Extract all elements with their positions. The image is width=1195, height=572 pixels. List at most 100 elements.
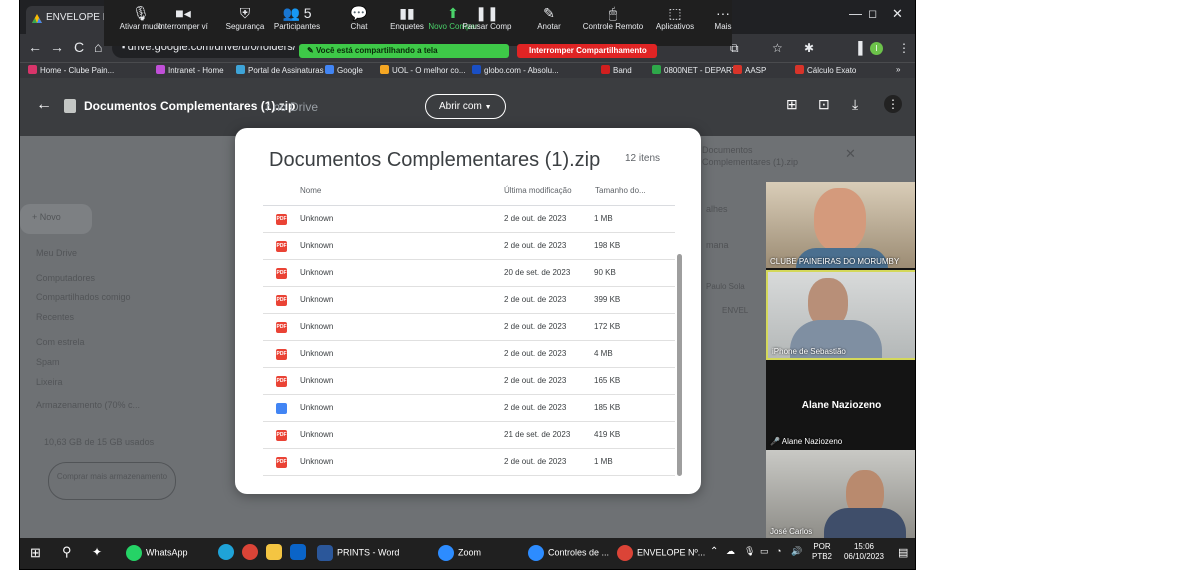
file-row[interactable]: PDF Unknown 20 de set. de 2023 90 KB — [263, 260, 675, 287]
file-row[interactable]: PDF Unknown 2 de out. de 2023 4 MB — [263, 341, 675, 368]
details-line: mana — [706, 240, 729, 250]
sidebar-item[interactable]: Recentes — [36, 312, 74, 322]
video-tile[interactable]: José Carlos — [766, 450, 915, 538]
video-tile-active[interactable]: iPhone de Sebastião — [766, 270, 915, 360]
wifi-icon[interactable]: ◔ — [776, 546, 781, 556]
bookmark-item[interactable]: Cálculo Exato — [795, 65, 856, 75]
taskbar-app[interactable]: Zoom — [438, 545, 481, 561]
video-tile-off[interactable]: Alane Naziozeno 🎤 Alane Naziozeno — [766, 364, 915, 448]
file-name: Unknown — [300, 349, 334, 358]
column-name[interactable]: Nome — [300, 186, 321, 195]
stop-sharing-button[interactable]: Interromper Compartilhamento — [517, 44, 657, 58]
column-size[interactable]: Tamanho do... — [595, 186, 646, 195]
video-tile[interactable]: CLUBE PAINEIRAS DO MORUMBY — [766, 182, 915, 268]
file-row[interactable]: PDF Unknown 2 de out. de 2023 1 MB — [263, 206, 675, 233]
window-maximize-button[interactable]: ◻ — [868, 7, 877, 20]
file-row[interactable]: PDF Unknown 2 de out. de 2023 165 KB — [263, 368, 675, 395]
language-indicator[interactable]: POR PTB2 — [812, 542, 832, 562]
pinned-app-icon[interactable]: ✦ — [92, 545, 102, 559]
buy-storage-button[interactable]: Comprar mais armazenamento — [48, 462, 176, 500]
drive-favicon-icon — [32, 14, 42, 23]
clock[interactable]: 15:06 06/10/2023 — [838, 542, 890, 562]
sharing-text: Você está compartilhando a tela — [315, 46, 438, 55]
taskbar-app[interactable]: Controles de ... — [528, 545, 609, 561]
bookmark-item[interactable]: AASP — [733, 65, 766, 75]
zoom-video-panel: CLUBE PAINEIRAS DO MORUMBY iPhone de Seb… — [766, 182, 915, 538]
download-icon[interactable]: ⤓ — [852, 96, 858, 113]
bookmark-item[interactable]: Home - Clube Pain... — [28, 65, 114, 75]
details-close-icon[interactable]: ✕ — [845, 146, 856, 162]
extensions-icon[interactable]: ✱ — [804, 41, 814, 55]
taskbar-app-label: ENVELOPE Nº... — [637, 547, 706, 558]
window-close-button[interactable]: ✕ — [892, 6, 903, 22]
file-row[interactable]: PDF Unknown 2 de out. de 2023 399 KB — [263, 287, 675, 314]
pause-button[interactable]: ❚❚ Pausar Comp — [456, 0, 518, 44]
sidebar-item[interactable]: Meu Drive — [36, 248, 77, 258]
reload-icon[interactable]: C — [74, 39, 84, 55]
bookmark-item[interactable]: 0800NET - DEPART... — [652, 65, 742, 75]
bookmark-item[interactable]: Portal de Assinaturas — [236, 65, 324, 75]
taskbar-app[interactable]: PRINTS - Word — [317, 545, 399, 561]
file-explorer-icon[interactable] — [266, 544, 286, 560]
stop-sharing-label: Interromper Compartilhamento — [529, 46, 647, 55]
zip-contents-dialog: Documentos Complementares (1).zip 12 ite… — [235, 128, 701, 494]
file-row[interactable]: PDF Unknown 21 de set. de 2023 419 KB — [263, 422, 675, 449]
bookmark-item[interactable]: globo.com - Absolu... — [472, 65, 559, 75]
annotate-button[interactable]: ✎ Anotar — [518, 0, 580, 44]
sidepanel-icon[interactable]: ▐ — [854, 41, 863, 55]
taskbar-app[interactable]: WhatsApp — [126, 545, 188, 561]
sidebar-item[interactable]: Computadores — [36, 273, 95, 283]
dialog-scrollbar[interactable] — [677, 254, 682, 476]
file-modified: 20 de set. de 2023 — [504, 268, 571, 277]
new-button[interactable]: + Novo — [20, 204, 92, 234]
tray-chevron-icon[interactable]: ⌃ — [710, 546, 718, 557]
remote-control-button[interactable]: 🖱 Controle Remoto — [582, 0, 644, 44]
tray-mic-icon[interactable]: 🎙 — [744, 546, 755, 557]
column-modified[interactable]: Última modificação — [504, 186, 572, 195]
sidebar-item[interactable]: Com estrela — [36, 337, 85, 347]
file-modified: 2 de out. de 2023 — [504, 349, 567, 358]
sidebar-item[interactable]: Spam — [36, 357, 60, 367]
sidebar-item[interactable]: Armazenamento (70% c... — [36, 400, 140, 410]
back-icon[interactable]: ← — [28, 39, 42, 55]
bookmark-item[interactable]: Google — [325, 65, 363, 75]
file-size: 419 KB — [594, 430, 621, 439]
participants-button[interactable]: 👥 5 Participantes — [266, 0, 328, 44]
sidebar-item[interactable]: Lixeira — [36, 377, 63, 387]
remote-control-icon: 🖱 — [608, 5, 618, 21]
edge-icon[interactable] — [218, 544, 238, 560]
bookmark-item[interactable]: UOL - O melhor co... — [380, 65, 466, 75]
open-with-button[interactable]: Abrir com ▼ — [425, 94, 506, 119]
forward-icon[interactable]: → — [50, 39, 64, 55]
battery-icon[interactable]: ▭ — [760, 546, 769, 557]
browser-menu-icon[interactable]: ⋮ — [898, 41, 910, 55]
volume-icon[interactable]: 🔊 — [791, 546, 802, 557]
bookmark-item[interactable]: Band — [601, 65, 632, 75]
bookmark-item[interactable]: Intranet - Home — [156, 65, 224, 75]
window-minimize-button[interactable]: — — [849, 6, 862, 21]
bookmark-star-icon[interactable]: ☆ — [772, 41, 783, 55]
home-icon[interactable]: ⌂ — [94, 39, 102, 55]
sidebar-item[interactable]: Compartilhados comigo — [36, 292, 131, 302]
search-icon[interactable]: ⚲ — [62, 544, 72, 560]
onedrive-icon[interactable]: ☁ — [726, 546, 735, 557]
video-button[interactable]: ■◂ Interromper ví — [152, 0, 214, 44]
open-new-window-icon[interactable]: ⊡ — [818, 96, 830, 113]
participant-name: iPhone de Sebastião — [772, 347, 846, 356]
chrome-pinned-icon[interactable] — [242, 544, 262, 560]
bookmarks-overflow-icon[interactable]: » — [896, 65, 900, 74]
outlook-icon[interactable] — [290, 544, 310, 560]
profile-avatar[interactable]: I — [870, 42, 883, 55]
more-button[interactable]: ··· Mais — [692, 0, 754, 44]
caret-down-icon: ▼ — [484, 104, 492, 111]
file-row[interactable]: PDF Unknown 2 de out. de 2023 1 MB — [263, 449, 675, 476]
more-actions-icon[interactable]: ⋮ — [884, 95, 902, 113]
notifications-icon[interactable]: ▤ — [898, 546, 908, 559]
add-to-drive-icon[interactable]: ⊞ — [786, 96, 798, 113]
file-row[interactable]: Unknown 2 de out. de 2023 185 KB — [263, 395, 675, 422]
file-row[interactable]: PDF Unknown 2 de out. de 2023 198 KB — [263, 233, 675, 260]
file-row[interactable]: PDF Unknown 2 de out. de 2023 172 KB — [263, 314, 675, 341]
taskbar-app[interactable]: ENVELOPE Nº... — [617, 545, 705, 561]
start-windows-icon[interactable]: ⊞ — [30, 545, 41, 561]
close-preview-icon[interactable]: ← — [36, 96, 52, 114]
